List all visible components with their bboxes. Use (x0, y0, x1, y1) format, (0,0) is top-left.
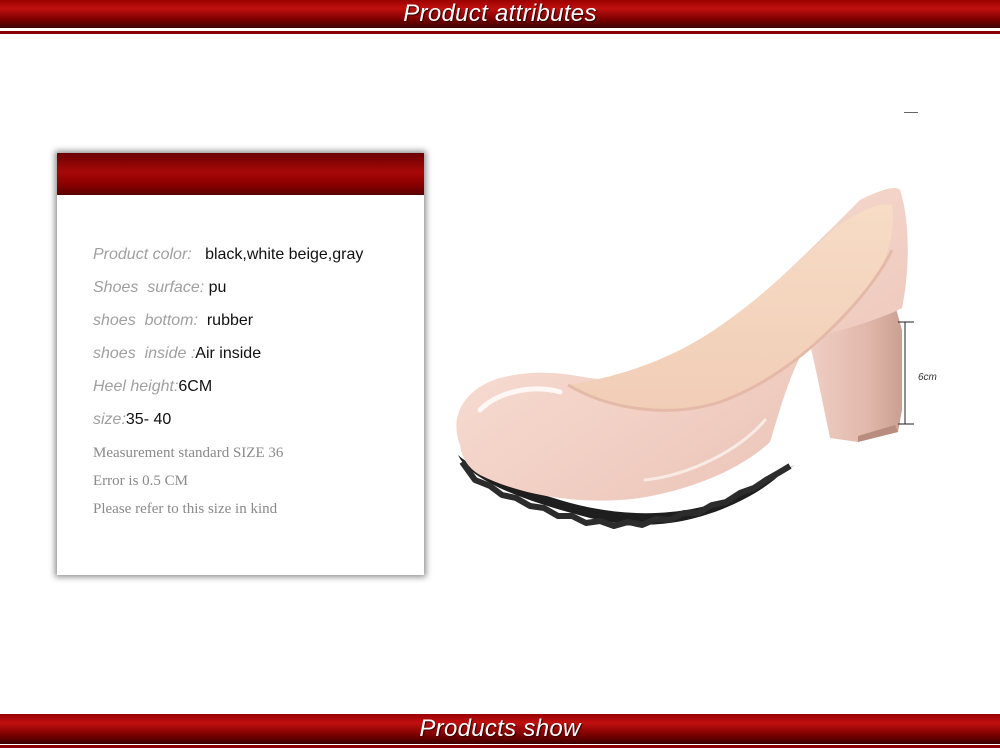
header-title: Product attributes (403, 0, 597, 27)
attribute-bottom: shoes bottom: rubber (93, 312, 253, 330)
heel-measure-label: 6cm (918, 372, 937, 383)
attribute-inside: shoes inside :Air inside (93, 345, 261, 363)
note-error: Error is 0.5 CM (93, 473, 188, 489)
attribute-value: pu (208, 279, 227, 296)
attributes-card: Product color: black,white beige,gray Sh… (57, 153, 424, 575)
header-rule (0, 31, 1000, 34)
attribute-label: Product color: (93, 246, 192, 263)
shoe-image (456, 188, 908, 529)
attribute-value: Air inside (195, 345, 262, 362)
small-dash (904, 112, 918, 113)
attribute-label: Heel height: (93, 378, 179, 395)
attribute-value: 35- 40 (125, 411, 172, 428)
attribute-size: size:35- 40 (93, 411, 171, 429)
attribute-heel-height: Heel height:6CM (93, 378, 212, 396)
attribute-label: shoes bottom: (93, 312, 198, 329)
header-banner: Product attributes (0, 0, 1000, 28)
note-refer: Please refer to this size in kind (93, 501, 278, 517)
attribute-surface: Shoes surface: pu (93, 279, 226, 297)
attribute-label: Shoes surface: (93, 279, 205, 296)
attribute-color: Product color: black,white beige,gray (93, 246, 363, 264)
footer-banner: Products show (0, 714, 1000, 744)
attribute-value: 6CM (178, 378, 213, 395)
attribute-value: black,white beige,gray (205, 246, 364, 263)
footer-title: Products show (419, 715, 581, 742)
note-measurement: Measurement standard SIZE 36 (93, 445, 284, 461)
attribute-label: size: (93, 411, 126, 428)
heel-measure-marker (898, 321, 914, 425)
card-header-band (57, 153, 424, 195)
attribute-label: shoes inside : (93, 345, 196, 362)
attribute-value: rubber (206, 312, 254, 329)
